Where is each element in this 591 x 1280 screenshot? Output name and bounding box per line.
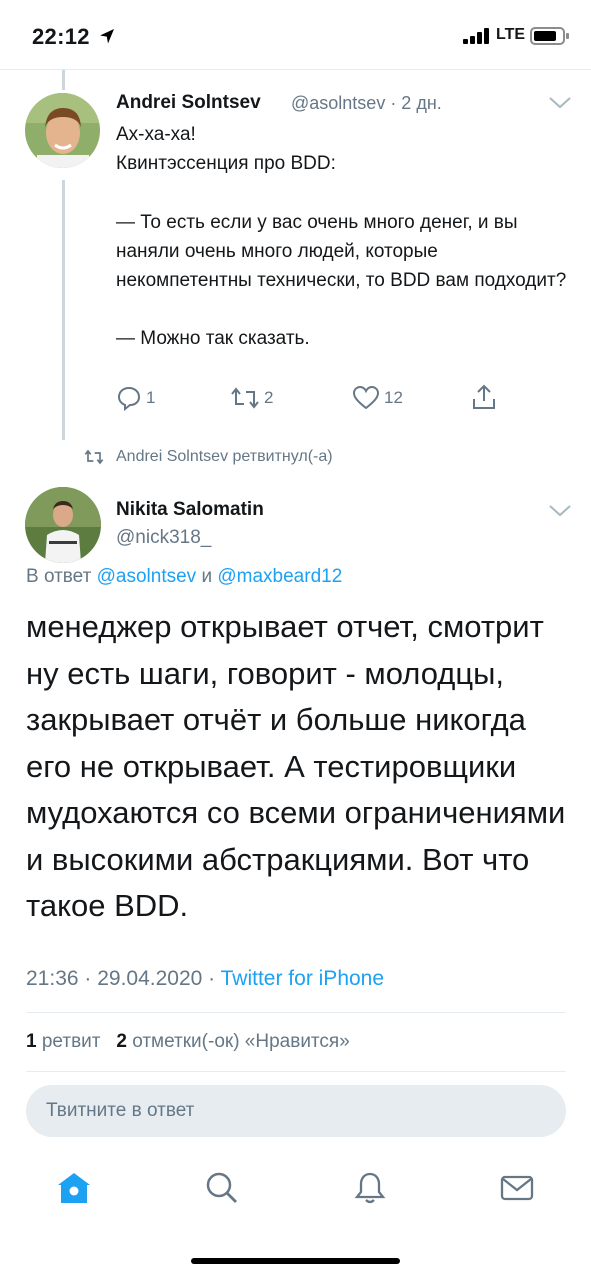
battery-icon bbox=[530, 27, 569, 45]
divider bbox=[26, 1012, 566, 1013]
retweet-icon bbox=[231, 387, 259, 409]
retweet-icon bbox=[84, 449, 104, 465]
chevron-down-icon[interactable] bbox=[548, 504, 572, 518]
reply-user-link[interactable]: @asolntsev bbox=[97, 566, 197, 587]
retweets-label: ретвит bbox=[41, 1031, 101, 1052]
home-indicator[interactable] bbox=[191, 1258, 400, 1264]
like-action[interactable]: 12 bbox=[352, 385, 403, 411]
tweet-source-link[interactable]: Twitter for iPhone bbox=[221, 967, 384, 990]
reply-action[interactable]: 1 bbox=[116, 385, 155, 411]
reply-to-prefix: В ответ bbox=[26, 566, 92, 587]
parent-handle-time[interactable]: @asolntsev · 2 дн. bbox=[291, 93, 442, 114]
retweets-count: 1 bbox=[26, 1031, 37, 1052]
tab-home[interactable] bbox=[54, 1168, 94, 1208]
reply-user-link[interactable]: @maxbeard12 bbox=[217, 566, 342, 587]
author-name[interactable]: Nikita Salomatin bbox=[116, 499, 264, 521]
parent-tweet-text: Ах-ха-ха! Квинтэссенция про BDD: — То ес… bbox=[116, 124, 567, 350]
like-count: 12 bbox=[384, 388, 403, 407]
reply-count: 1 bbox=[146, 388, 156, 407]
top-divider bbox=[0, 69, 591, 70]
tweet-stats: 1 ретвит 2 отметки(-ок) «Нравится» bbox=[26, 1031, 350, 1053]
tab-search[interactable] bbox=[202, 1168, 242, 1208]
reply-to-conjunction: и bbox=[201, 566, 213, 587]
tweet-datetime: 21:36 · 29.04.2020 · bbox=[26, 967, 216, 990]
status-bar: 22:12 LTE bbox=[0, 0, 591, 70]
search-icon bbox=[206, 1172, 237, 1203]
network-type: LTE bbox=[496, 26, 526, 43]
retweet-context[interactable]: Andrei Solntsev ретвитнул(-а) bbox=[84, 448, 333, 466]
reply-to-line: В ответ @asolntsev и @maxbeard12 bbox=[26, 566, 342, 588]
heart-icon bbox=[352, 385, 380, 410]
parent-author-name[interactable]: Andrei Solntsev bbox=[116, 92, 261, 114]
share-action[interactable] bbox=[470, 383, 498, 411]
home-icon bbox=[58, 1173, 90, 1203]
retweet-count: 2 bbox=[264, 388, 274, 407]
reply-input[interactable] bbox=[26, 1085, 566, 1137]
likes-stat[interactable]: 2 отметки(-ок) «Нравится» bbox=[116, 1031, 349, 1052]
tweet-meta: 21:36 · 29.04.2020 · Twitter for iPhone bbox=[26, 967, 384, 991]
likes-count: 2 bbox=[116, 1031, 127, 1052]
mail-icon bbox=[500, 1175, 534, 1201]
thread-line bbox=[62, 70, 65, 90]
divider bbox=[26, 1071, 566, 1072]
retweet-action[interactable]: 2 bbox=[230, 385, 273, 411]
likes-label: отметки(-ок) «Нравится» bbox=[132, 1031, 350, 1052]
reply-icon bbox=[117, 386, 141, 411]
retweets-stat[interactable]: 1 ретвит bbox=[26, 1031, 100, 1052]
chevron-down-icon[interactable] bbox=[548, 96, 572, 110]
bell-icon bbox=[354, 1172, 386, 1204]
tweet-text: менеджер открывает отчет, смотрит ну ест… bbox=[26, 609, 566, 923]
tab-messages[interactable] bbox=[497, 1168, 537, 1208]
avatar-nikita[interactable] bbox=[25, 487, 101, 563]
location-arrow-icon bbox=[100, 29, 114, 44]
thread-line bbox=[62, 180, 65, 440]
signal-icon bbox=[463, 28, 489, 44]
avatar-andrei[interactable] bbox=[25, 93, 100, 168]
status-time: 22:12 bbox=[32, 24, 90, 49]
author-handle[interactable]: @nick318_ bbox=[116, 527, 211, 549]
retweet-context-text: Andrei Solntsev ретвитнул(-а) bbox=[116, 448, 333, 465]
reply-composer[interactable] bbox=[26, 1085, 566, 1137]
share-icon bbox=[473, 384, 495, 409]
tab-notifications[interactable] bbox=[350, 1168, 390, 1208]
